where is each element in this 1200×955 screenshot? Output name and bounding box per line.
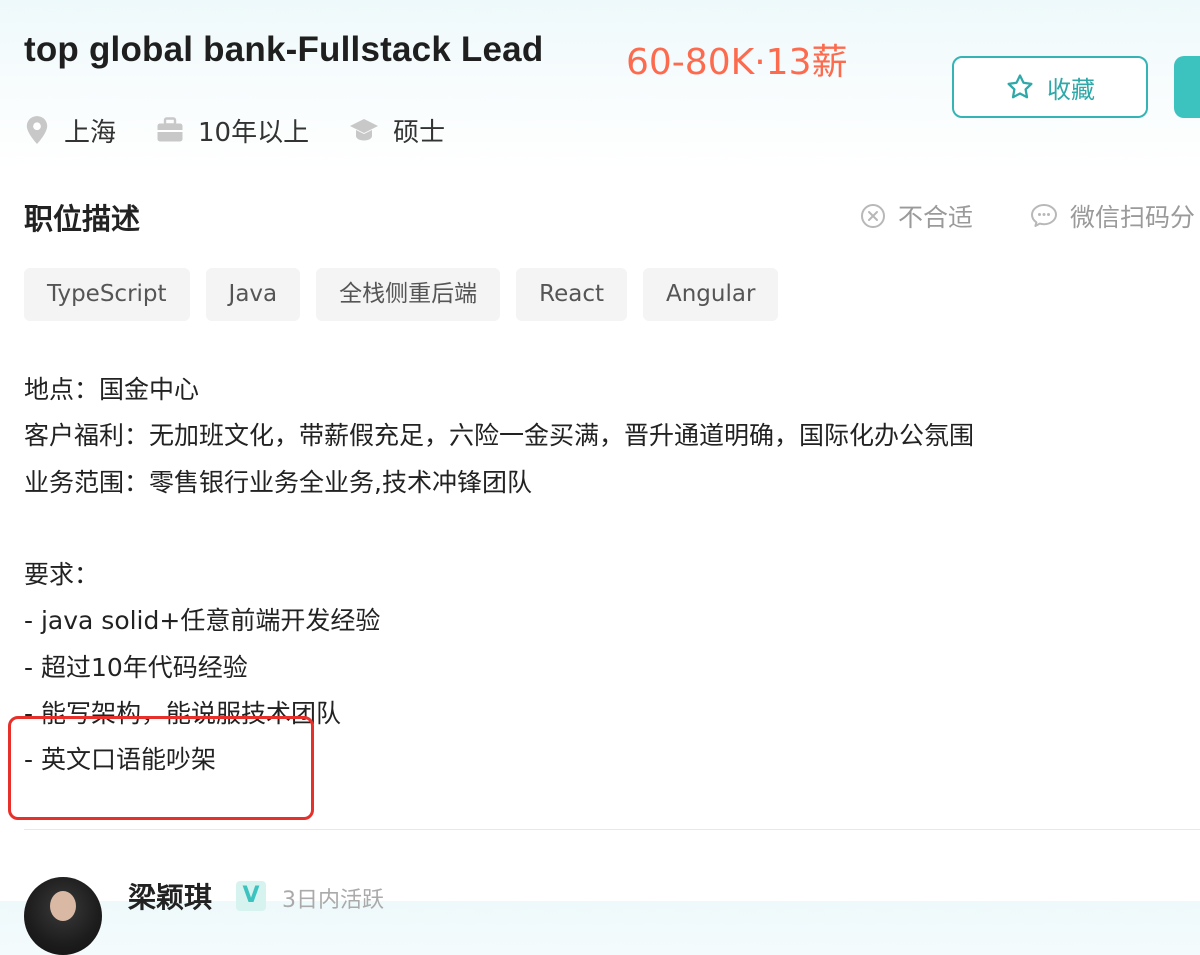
skill-tag: TypeScript xyxy=(24,268,190,321)
verified-badge: V xyxy=(236,881,266,911)
meta-degree: 硕士 xyxy=(349,112,445,149)
avatar[interactable] xyxy=(24,877,102,955)
skill-tags: TypeScript Java 全栈侧重后端 React Angular xyxy=(24,268,794,321)
graduation-cap-icon xyxy=(349,117,393,143)
skill-tag: Java xyxy=(205,268,301,321)
experience-text: 10年以上 xyxy=(198,117,310,148)
description-line: 地点：国金中心 xyxy=(24,375,200,404)
not-suitable-button[interactable]: 不合适 xyxy=(860,198,973,234)
not-suitable-label: 不合适 xyxy=(898,203,974,232)
meta-location: 上海 xyxy=(24,112,116,149)
degree-text: 硕士 xyxy=(393,117,446,148)
description-line xyxy=(24,506,1184,552)
description-line: - 超过10年代码经验 xyxy=(24,652,248,682)
location-pin-icon xyxy=(24,115,64,145)
salary-range: 60-80K·13薪 xyxy=(626,42,848,83)
share-wechat-button[interactable]: 微信扫码分 xyxy=(1030,198,1195,234)
divider xyxy=(24,829,1200,830)
highlight-annotation xyxy=(8,716,314,820)
description-line: 要求： xyxy=(24,560,100,590)
recruiter-name: 梁颖琪 xyxy=(128,881,213,914)
skill-tag: 全栈侧重后端 xyxy=(316,268,501,321)
section-title: 职位描述 xyxy=(24,202,141,236)
skill-tag: Angular xyxy=(643,268,779,321)
wechat-icon xyxy=(1030,203,1070,229)
close-circle-icon xyxy=(860,203,898,229)
briefcase-icon xyxy=(156,117,198,143)
job-meta: 上海 10年以上 硕士 xyxy=(24,110,485,150)
recruiter-active-status: 3日内活跃 xyxy=(282,888,384,913)
description-line: 业务范围：零售银行业务全业务,技术冲锋团队 xyxy=(24,467,532,497)
job-title: top global bank-Fullstack Lead xyxy=(24,30,544,69)
skill-tag: React xyxy=(516,268,627,321)
description-line: - java solid+任意前端开发经验 xyxy=(24,606,381,636)
chat-button[interactable] xyxy=(1174,56,1200,118)
meta-experience: 10年以上 xyxy=(156,112,309,149)
star-outline-icon xyxy=(1005,72,1035,102)
location-text: 上海 xyxy=(64,117,117,148)
description-line: 客户福利：无加班文化，带薪假充足，六险一金买满，晋升通道明确，国际化办公氛围 xyxy=(24,421,975,451)
favorite-label: 收藏 xyxy=(1047,75,1095,104)
avatar-face xyxy=(50,891,76,921)
share-label: 微信扫码分 xyxy=(1070,203,1196,232)
favorite-button[interactable]: 收藏 xyxy=(952,56,1148,118)
